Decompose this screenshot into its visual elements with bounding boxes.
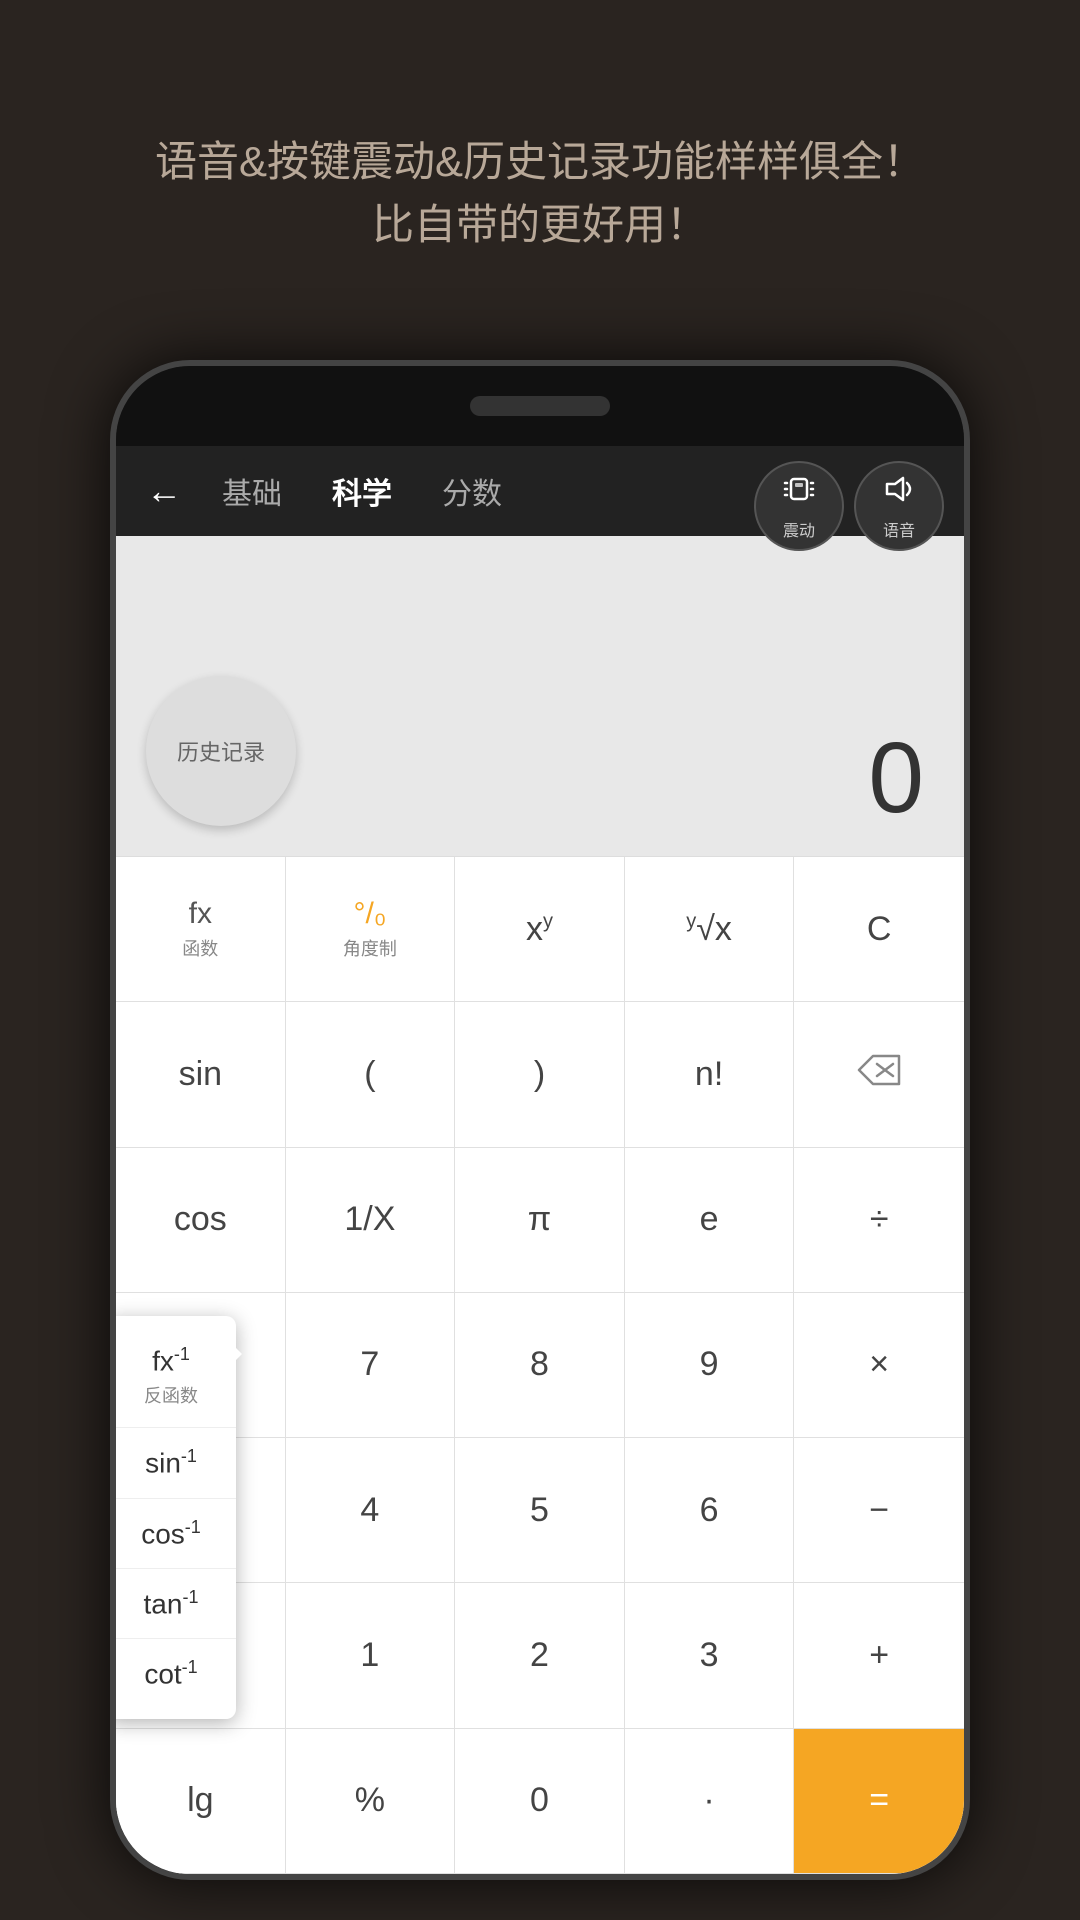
display-value: 0 [868, 721, 924, 836]
history-label: 历史记录 [177, 735, 265, 767]
calculator-nav: ← 基础 科学 分数 [116, 446, 964, 536]
key-multiply[interactable]: × [794, 1293, 964, 1438]
calculator-display: 历史记录 0 [116, 536, 964, 856]
tab-science[interactable]: 科学 [332, 469, 392, 513]
key-close-paren[interactable]: ) [455, 1002, 625, 1147]
menu-item-cot-inverse[interactable]: cot-1 [110, 1639, 236, 1708]
phone-top [116, 366, 964, 446]
key-decimal[interactable]: · [625, 1729, 795, 1874]
key-nthroot[interactable]: y√x [625, 857, 795, 1002]
key-equals[interactable]: = [794, 1729, 964, 1874]
key-6[interactable]: 6 [625, 1438, 795, 1583]
sound-button[interactable]: 语音 [854, 461, 944, 551]
key-euler[interactable]: e [625, 1148, 795, 1293]
sound-icon [881, 471, 917, 515]
key-lg[interactable]: lg [116, 1729, 286, 1874]
calculator-keyboard: fx 函数 °/₀ 角度制 xy y√x C sin ( [116, 856, 964, 1874]
key-fx[interactable]: fx 函数 [116, 857, 286, 1002]
key-reciprocal[interactable]: 1/X [286, 1148, 456, 1293]
menu-item-cos-inverse[interactable]: cos-1 [110, 1499, 236, 1569]
key-2[interactable]: 2 [455, 1583, 625, 1728]
key-pi[interactable]: π [455, 1148, 625, 1293]
promo-line2: 比自带的更好用！ [0, 193, 1080, 256]
calculator-app: ← 基础 科学 分数 [116, 446, 964, 1874]
key-backspace[interactable] [794, 1002, 964, 1147]
menu-item-fx-inverse[interactable]: fx-1反函数 [110, 1326, 236, 1428]
tab-basic[interactable]: 基础 [222, 469, 282, 513]
key-percent[interactable]: % [286, 1729, 456, 1874]
side-menu: fx-1反函数 sin-1 cos-1 tan-1 cot-1 [110, 1316, 236, 1719]
key-9[interactable]: 9 [625, 1293, 795, 1438]
key-clear[interactable]: C [794, 857, 964, 1002]
key-8[interactable]: 8 [455, 1293, 625, 1438]
sound-label: 语音 [883, 517, 915, 541]
key-open-paren[interactable]: ( [286, 1002, 456, 1147]
history-button[interactable]: 历史记录 [146, 676, 296, 826]
menu-item-sin-inverse[interactable]: sin-1 [110, 1428, 236, 1498]
key-0[interactable]: 0 [455, 1729, 625, 1874]
key-divide[interactable]: ÷ [794, 1148, 964, 1293]
vibrate-icon [781, 471, 817, 515]
key-5[interactable]: 5 [455, 1438, 625, 1583]
key-add[interactable]: + [794, 1583, 964, 1728]
promo-line1: 语音&按键震动&历史记录功能样样俱全！ [0, 130, 1080, 193]
key-sin[interactable]: sin [116, 1002, 286, 1147]
key-power[interactable]: xy [455, 857, 625, 1002]
back-button[interactable]: ← [146, 470, 182, 512]
phone-frame: ← 基础 科学 分数 [110, 360, 970, 1880]
key-7[interactable]: 7 [286, 1293, 456, 1438]
key-1[interactable]: 1 [286, 1583, 456, 1728]
tab-fraction[interactable]: 分数 [442, 469, 502, 513]
key-degree[interactable]: °/₀ 角度制 [286, 857, 456, 1002]
promo-text: 语音&按键震动&历史记录功能样样俱全！ 比自带的更好用！ [0, 130, 1080, 256]
phone-speaker [470, 396, 610, 416]
key-factorial[interactable]: n! [625, 1002, 795, 1147]
key-3[interactable]: 3 [625, 1583, 795, 1728]
vibrate-button[interactable]: 震动 [754, 461, 844, 551]
popup-buttons: 震动 语音 [754, 461, 944, 551]
key-4[interactable]: 4 [286, 1438, 456, 1583]
key-cos[interactable]: cos [116, 1148, 286, 1293]
key-subtract[interactable]: − [794, 1438, 964, 1583]
vibrate-label: 震动 [783, 517, 815, 541]
menu-item-tan-inverse[interactable]: tan-1 [110, 1569, 236, 1639]
